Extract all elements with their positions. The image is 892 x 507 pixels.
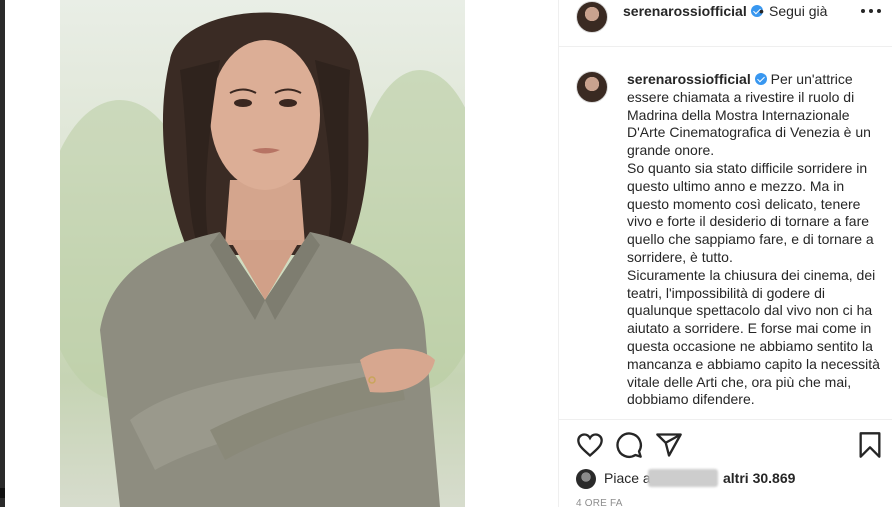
portrait-illustration [60, 12, 465, 507]
author-avatar[interactable] [576, 1, 608, 33]
author-username[interactable]: serenarossiofficial [623, 3, 763, 19]
post-actions: Piace a altri 30.869 4 ORE FA [559, 419, 892, 507]
likes-count-link[interactable]: altri 30.869 [723, 470, 795, 486]
following-button[interactable]: Segui già [769, 3, 827, 19]
caption-author-avatar[interactable] [576, 71, 608, 103]
blurred-liker-name[interactable] [648, 469, 718, 487]
follow-separator: • [759, 3, 764, 19]
comments-area[interactable]: serenarossiofficial Per un'attrice esser… [559, 56, 892, 419]
post-photo[interactable] [60, 0, 465, 507]
more-options-icon[interactable] [861, 9, 881, 15]
bookmark-icon[interactable] [856, 431, 884, 459]
post-timestamp[interactable]: 4 ORE FA [576, 498, 623, 507]
heart-icon[interactable] [576, 431, 604, 459]
post-header: serenarossiofficial • Segui già [559, 0, 892, 47]
likes-prefix: Piace a [604, 470, 651, 486]
post-side-panel: serenarossiofficial • Segui già serenaro… [558, 0, 892, 507]
caption-verified-icon [754, 73, 767, 85]
caption-line-3: Sicuramente la chiusura dei cinema, dei … [627, 266, 880, 408]
comment-bubble-icon[interactable] [615, 431, 643, 459]
post-media-pane [5, 0, 558, 507]
caption-line-2: So quanto sia stato difficile sorridere … [627, 159, 874, 265]
caption-paragraph-1: serenarossiofficial Per un'attrice esser… [627, 71, 889, 160]
liker-avatar[interactable] [576, 469, 596, 489]
caption-author-username[interactable]: serenarossiofficial [627, 71, 751, 87]
paper-plane-icon[interactable] [655, 431, 683, 459]
author-username-text[interactable]: serenarossiofficial [623, 3, 747, 19]
post-caption: serenarossiofficial Per un'attrice esser… [627, 71, 889, 409]
